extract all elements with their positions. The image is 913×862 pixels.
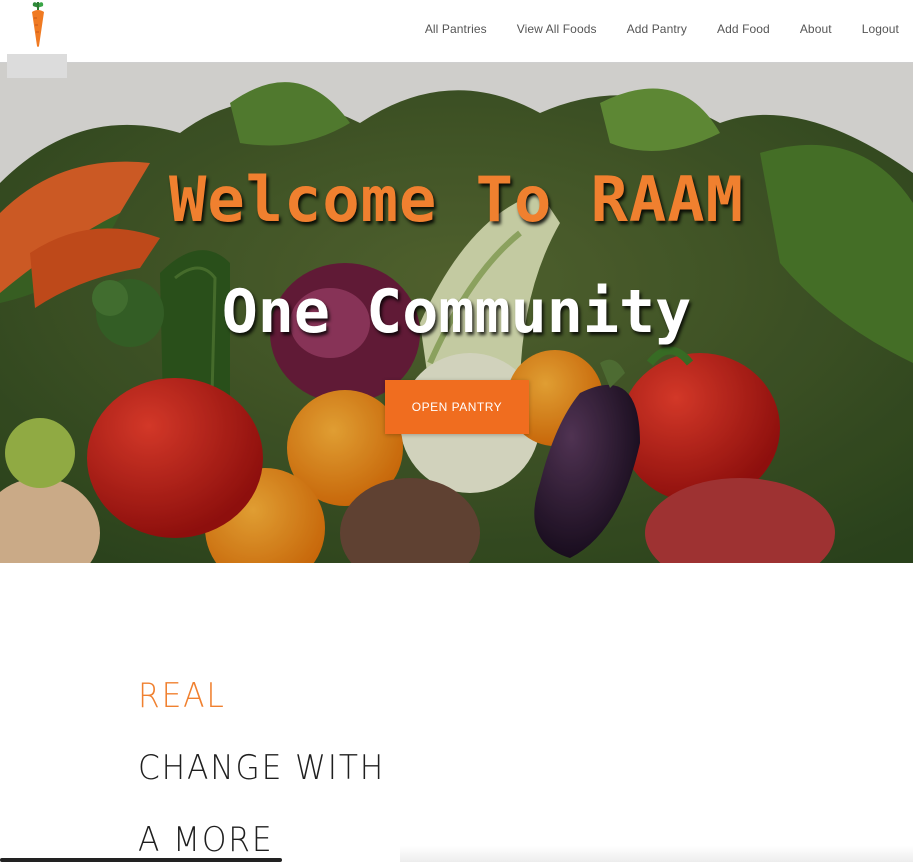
- nav-add-food[interactable]: Add Food: [717, 22, 770, 36]
- hero-section: Welcome To RAAM One Community OPEN PANTR…: [0, 63, 913, 563]
- logo-placeholder: [7, 54, 67, 78]
- main-nav: All Pantries View All Foods Add Pantry A…: [395, 22, 899, 36]
- intro-line-real: REAL: [138, 676, 226, 716]
- nav-logout[interactable]: Logout: [862, 22, 899, 36]
- intro-line-a-more: A MORE: [138, 820, 274, 860]
- open-pantry-button[interactable]: OPEN PANTRY: [385, 380, 529, 434]
- nav-about[interactable]: About: [800, 22, 832, 36]
- hero-title: Welcome To RAAM: [169, 163, 744, 236]
- site-header: All Pantries View All Foods Add Pantry A…: [0, 0, 913, 63]
- intro-line-change-with: CHANGE WITH: [138, 748, 386, 788]
- nav-view-all-foods[interactable]: View All Foods: [517, 22, 597, 36]
- intro-section: REAL CHANGE WITH A MORE: [138, 660, 407, 862]
- hero-subtitle: One Community: [221, 277, 692, 347]
- bottom-shadow: [400, 846, 913, 862]
- bottom-scroll-bar[interactable]: [0, 858, 282, 862]
- carrot-logo-icon[interactable]: [24, 0, 52, 48]
- nav-add-pantry[interactable]: Add Pantry: [627, 22, 687, 36]
- nav-all-pantries[interactable]: All Pantries: [425, 22, 487, 36]
